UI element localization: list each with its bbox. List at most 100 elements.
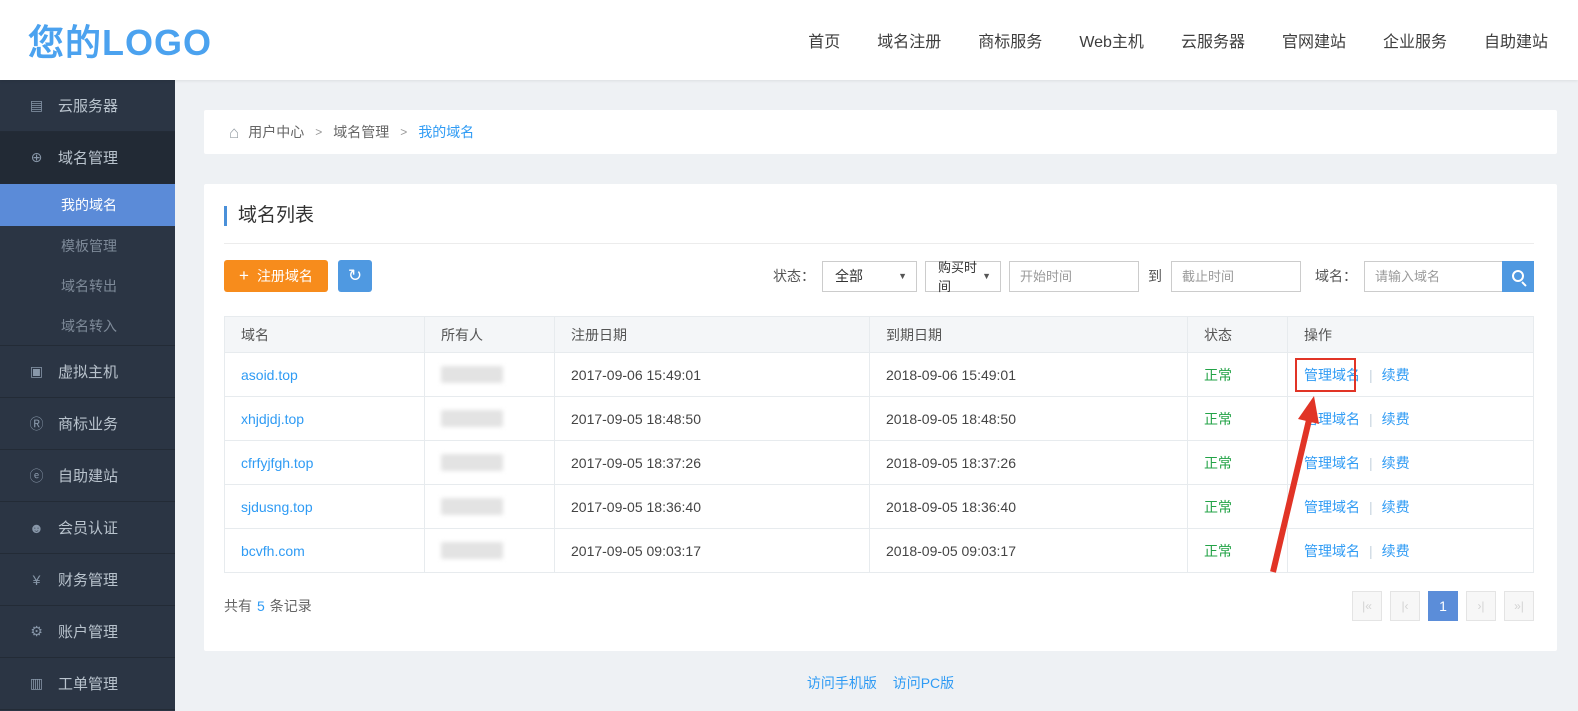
nav-sitebuilder[interactable]: 自助建站 (1484, 28, 1548, 52)
filter-bar: 状态： 全部 ▼ 购买时间 ▼ 到 域名： (773, 261, 1534, 292)
owner-redacted (441, 410, 503, 427)
sidebar-item-sitebuilder[interactable]: ⓔ 自助建站 (0, 450, 175, 502)
nav-web-hosting[interactable]: Web主机 (1079, 28, 1144, 52)
expiry-date: 2018-09-06 15:49:01 (870, 353, 1188, 397)
domain-link[interactable]: bcvfh.com (241, 543, 305, 559)
start-date-input[interactable] (1009, 261, 1139, 292)
nav-domain-register[interactable]: 域名注册 (877, 28, 941, 52)
sidebar-item-my-domains[interactable]: 我的域名 (0, 184, 175, 226)
domain-table: 域名 所有人 注册日期 到期日期 状态 操作 asoid.top 2017-09… (224, 316, 1534, 573)
sidebar-item-trademark[interactable]: Ⓡ 商标业务 (0, 398, 175, 450)
member-icon: ☻ (27, 520, 46, 536)
pagination-last-button[interactable]: »| (1504, 591, 1534, 621)
record-count-number: 5 (257, 598, 265, 614)
action-separator: | (1369, 367, 1373, 383)
sidebar-item-work-order[interactable]: ▥ 工单管理 (0, 658, 175, 710)
manage-domain-link[interactable]: 管理域名 (1304, 499, 1360, 515)
owner-redacted (441, 454, 503, 471)
nav-enterprise[interactable]: 企业服务 (1383, 28, 1447, 52)
end-date-input[interactable] (1171, 261, 1301, 292)
title-divider (224, 243, 1534, 244)
plus-icon: + (239, 266, 249, 286)
top-navigation: 首页 域名注册 商标服务 Web主机 云服务器 官网建站 企业服务 自助建站 (808, 28, 1548, 52)
sidebar-item-domain-transfer-in[interactable]: 域名转入 (0, 306, 175, 346)
nav-home[interactable]: 首页 (808, 28, 840, 52)
pagination: |« |‹ 1 ›| »| (1352, 591, 1534, 621)
manage-domain-link[interactable]: 管理域名 (1304, 543, 1360, 559)
expiry-date: 2018-09-05 09:03:17 (870, 529, 1188, 573)
sidebar-item-virtual-host[interactable]: ▣ 虚拟主机 (0, 346, 175, 398)
main-content: ⌂ 用户中心 > 域名管理 > 我的域名 域名列表 + 注册域名 ↻ 状态： (175, 80, 1578, 711)
registered-date: 2017-09-05 18:37:26 (555, 441, 870, 485)
pagination-prev-button[interactable]: |‹ (1390, 591, 1420, 621)
col-status: 状态 (1188, 317, 1288, 353)
sidebar: ▤ 云服务器 ⊕ 域名管理 我的域名 模板管理 域名转出 域名转入 ▣ 虚拟主机… (0, 80, 175, 711)
finance-icon: ¥ (27, 572, 46, 588)
breadcrumb: ⌂ 用户中心 > 域名管理 > 我的域名 (204, 110, 1557, 154)
record-count: 共有5条记录 (224, 596, 312, 616)
status-badge: 正常 (1204, 367, 1232, 383)
domain-link[interactable]: cfrfyjfgh.top (241, 455, 313, 471)
sidebar-item-domain-management[interactable]: ⊕ 域名管理 (0, 132, 175, 184)
status-badge: 正常 (1204, 455, 1232, 471)
action-separator: | (1369, 455, 1373, 471)
pc-version-link[interactable]: 访问PC版 (893, 675, 954, 691)
breadcrumb-my-domains[interactable]: 我的域名 (418, 122, 474, 142)
col-domain: 域名 (225, 317, 425, 353)
renew-link[interactable]: 续费 (1382, 543, 1410, 559)
col-owner: 所有人 (425, 317, 555, 353)
expiry-date: 2018-09-05 18:48:50 (870, 397, 1188, 441)
pagination-next-button[interactable]: ›| (1466, 591, 1496, 621)
domain-list-panel: 域名列表 + 注册域名 ↻ 状态： 全部 ▼ 购买时间 (204, 184, 1557, 651)
manage-domain-link[interactable]: 管理域名 (1304, 367, 1360, 383)
sidebar-item-domain-transfer-out[interactable]: 域名转出 (0, 266, 175, 306)
renew-link[interactable]: 续费 (1382, 367, 1410, 383)
pagination-page-1[interactable]: 1 (1428, 591, 1458, 621)
sidebar-item-finance[interactable]: ¥ 财务管理 (0, 554, 175, 606)
status-badge: 正常 (1204, 411, 1232, 427)
breadcrumb-separator: > (400, 125, 407, 139)
app-header: 您的LOGO 首页 域名注册 商标服务 Web主机 云服务器 官网建站 企业服务… (0, 0, 1578, 80)
domain-link[interactable]: xhjdjdj.top (241, 411, 304, 427)
domain-link[interactable]: asoid.top (241, 367, 298, 383)
sitebuilder-icon: ⓔ (27, 466, 46, 486)
renew-link[interactable]: 续费 (1382, 411, 1410, 427)
nav-website[interactable]: 官网建站 (1282, 28, 1346, 52)
sidebar-item-member-verification[interactable]: ☻ 会员认证 (0, 502, 175, 554)
breadcrumb-user-center[interactable]: 用户中心 (248, 122, 304, 142)
nav-cloud-server[interactable]: 云服务器 (1181, 28, 1245, 52)
list-footer: 共有5条记录 |« |‹ 1 ›| »| (224, 591, 1534, 621)
pagination-first-button[interactable]: |« (1352, 591, 1382, 621)
time-type-select[interactable]: 购买时间 ▼ (925, 261, 1001, 292)
renew-link[interactable]: 续费 (1382, 455, 1410, 471)
refresh-button[interactable]: ↻ (338, 260, 372, 292)
nav-trademark[interactable]: 商标服务 (978, 28, 1042, 52)
search-icon (1512, 270, 1524, 282)
domain-link[interactable]: sjdusng.top (241, 499, 313, 515)
status-select[interactable]: 全部 ▼ (822, 261, 917, 292)
expiry-date: 2018-09-05 18:37:26 (870, 441, 1188, 485)
col-actions: 操作 (1288, 317, 1534, 353)
owner-redacted (441, 542, 503, 559)
sidebar-item-template-management[interactable]: 模板管理 (0, 226, 175, 266)
search-button[interactable] (1502, 261, 1534, 292)
table-row: asoid.top 2017-09-06 15:49:01 2018-09-06… (225, 353, 1534, 397)
register-domain-button[interactable]: + 注册域名 (224, 260, 328, 292)
registered-date: 2017-09-06 15:49:01 (555, 353, 870, 397)
manage-domain-link[interactable]: 管理域名 (1304, 411, 1360, 427)
status-filter-label: 状态： (773, 266, 815, 286)
action-separator: | (1369, 499, 1373, 515)
manage-domain-link[interactable]: 管理域名 (1304, 455, 1360, 471)
sidebar-item-account[interactable]: ⚙ 账户管理 (0, 606, 175, 658)
mobile-version-link[interactable]: 访问手机版 (807, 675, 877, 691)
breadcrumb-domain-management[interactable]: 域名管理 (333, 122, 389, 142)
expiry-date: 2018-09-05 18:36:40 (870, 485, 1188, 529)
renew-link[interactable]: 续费 (1382, 499, 1410, 515)
table-row: xhjdjdj.top 2017-09-05 18:48:50 2018-09-… (225, 397, 1534, 441)
domain-search-input[interactable] (1364, 261, 1502, 292)
globe-icon: ⊕ (27, 149, 46, 166)
sidebar-item-cloud-server[interactable]: ▤ 云服务器 (0, 80, 175, 132)
date-range-connector: 到 (1148, 266, 1162, 286)
refresh-icon: ↻ (348, 266, 362, 286)
chevron-down-icon: ▼ (898, 271, 907, 281)
